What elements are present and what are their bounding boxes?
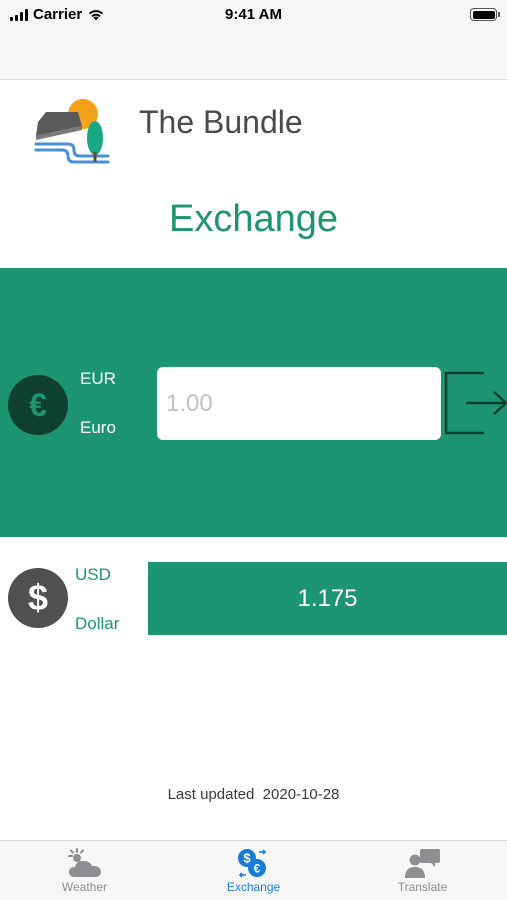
tab-exchange-label: Exchange [226,880,281,894]
target-currency-name: Dollar [75,614,120,633]
battery-icon [470,8,500,21]
navigation-bar [0,30,507,80]
tab-weather[interactable]: Weather [28,841,141,900]
source-currency-name: Euro [80,418,116,437]
dollar-icon: $ [8,568,68,628]
tab-translate-label: Translate [397,880,448,894]
amount-input[interactable] [157,367,441,440]
page-title: Exchange [168,198,338,240]
tab-exchange[interactable]: $ € Exchange [197,841,310,900]
status-time: 9:41 AM [225,6,282,23]
source-currency-panel: € EUR Euro [0,268,507,537]
last-updated-label: Last updated [167,786,255,803]
tab-translate[interactable]: Translate [366,841,479,900]
weather-icon [67,848,101,877]
source-currency-code: EUR [80,369,116,388]
euro-icon: € [8,375,68,435]
translate-icon [404,849,440,878]
tab-bar: Weather $ € Exchange Translate [0,840,507,900]
last-updated: Last updated 2020-10-28 [0,786,507,803]
tab-weather-label: Weather [61,880,108,894]
app-name: The Bundle [139,104,303,140]
status-bar: Carrier 9:41 AM [0,0,507,30]
exchange-icon: $ € [237,849,266,878]
converted-amount-value: 1.175 [297,584,358,612]
convert-arrow-icon[interactable] [444,371,507,435]
app-logo-icon [34,99,110,164]
converted-amount: 1.175 [148,562,507,635]
last-updated-date: 2020-10-28 [262,786,340,803]
target-currency-code: USD [75,565,111,584]
svg-text:€: € [253,862,260,876]
